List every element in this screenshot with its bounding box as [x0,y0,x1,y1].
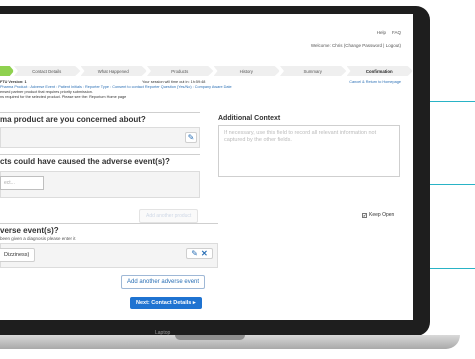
step-history[interactable]: History [213,66,280,76]
keep-open-toggle[interactable]: ✔ Keep Open [362,212,394,218]
app-screen: Help FAQ Welcome: Chris (Change Password… [0,14,413,320]
adverse-events-title: verse event(s)? [0,226,59,235]
top-links: Help FAQ [377,30,401,35]
product-panel [0,127,200,148]
diagnosis-hint: been given a diagnosis please enter it [0,236,76,241]
adverse-event-tag: Dizziness) [0,248,36,262]
step-summary[interactable]: Summary [280,66,347,76]
laptop-notch [175,335,245,340]
product-question-title: ma product are you concerned about? [0,115,146,124]
additional-context-title: Additional Context [218,115,281,122]
next-contact-details-button[interactable]: Next: Contact Details ▸ [130,297,202,309]
pencil-icon[interactable]: ✎ [191,249,198,258]
checkbox-checked-icon: ✔ [362,212,367,218]
laptop-label: Laptop [155,330,171,336]
add-adverse-event-button[interactable]: Add another adverse event [121,275,206,289]
step-what-happened[interactable]: What Happened [80,66,147,76]
faq-link[interactable]: FAQ [392,30,401,35]
section-rule [0,154,200,155]
suspect-products-title: cts could have caused the adverse event(… [0,157,170,166]
close-icon[interactable]: ✕ [201,249,208,258]
keep-open-label: Keep Open [369,212,395,218]
stage: Laptop Help FAQ Welcome: Chris (Change P… [0,0,475,359]
add-product-button[interactable]: Add another product [139,209,199,223]
section-rule [0,223,218,224]
edit-product-button[interactable]: ✎ [185,132,197,143]
product-search-input[interactable]: ect... [0,176,44,190]
pencil-icon: ✎ [187,133,195,142]
session-timer: Your session will time out in: 1h:59:48 [142,80,206,84]
step-products[interactable]: Products [147,66,214,76]
step-confirmation[interactable]: Confirmation [346,66,413,76]
step-start [0,66,14,76]
progress-steps: Contact Details What Happened Products H… [0,66,413,76]
help-link[interactable]: Help [377,30,386,35]
section-rule [0,112,200,113]
requirements-notice: ns required for the selected product. Pl… [0,95,127,99]
additional-context-textarea[interactable]: If necessary, use this field to record a… [218,125,400,177]
cancel-return-link[interactable]: Cancel & Return to Homepage [349,80,401,84]
step-contact-details[interactable]: Contact Details [14,66,81,76]
welcome-text[interactable]: Welcome: Chris (Change Password | Logout… [311,43,401,48]
adverse-event-actions: ✎ ✕ [186,248,213,259]
